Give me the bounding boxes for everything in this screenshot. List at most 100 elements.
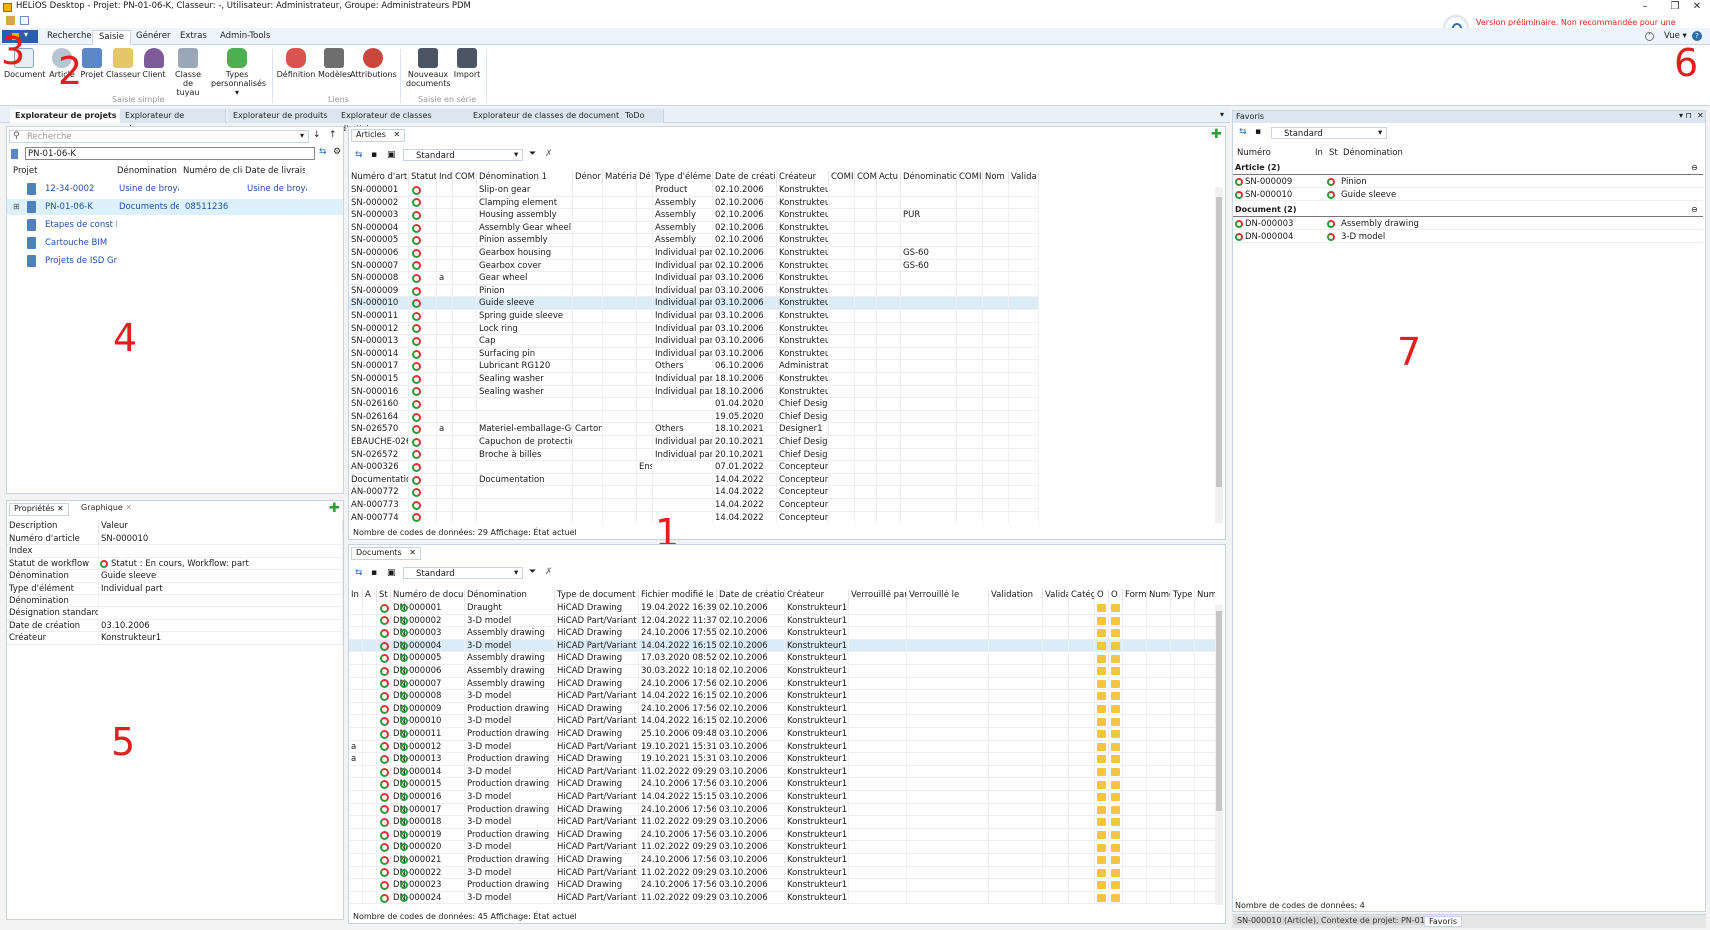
column-header[interactable]: Créateur	[777, 171, 829, 184]
column-header[interactable]: Valida	[1009, 171, 1039, 184]
folder-icon[interactable]	[1111, 768, 1120, 777]
favoris-filter-select[interactable]: Standard ▾	[1271, 127, 1387, 139]
project-field[interactable]: PN-01-06-K	[25, 147, 315, 160]
filter-icon[interactable]: ⏷	[529, 567, 536, 577]
folder-icon[interactable]	[1111, 881, 1120, 890]
favorite-group[interactable]: Article (2) ⊖	[1233, 163, 1703, 175]
folder-icon[interactable]	[1111, 717, 1120, 726]
tab-generer[interactable]: Générer	[130, 30, 176, 45]
tab-proprietes[interactable]: Propriétés ✕	[9, 503, 69, 516]
view-icon[interactable]: ▣	[387, 568, 396, 578]
tree-item[interactable]: Etapes de const BIM	[7, 217, 343, 233]
nouveaux-documents-button[interactable]: Nouveaux documents	[404, 48, 452, 88]
expand-icon[interactable]: ⊞	[13, 202, 20, 211]
column-header[interactable]: Verrouillé le	[907, 589, 989, 602]
folder-icon[interactable]	[1097, 692, 1106, 701]
column-header[interactable]: Type	[1171, 589, 1195, 602]
folder-icon[interactable]	[1111, 604, 1120, 613]
folder-icon[interactable]	[1097, 642, 1106, 651]
clear-filter-icon[interactable]: ✗	[545, 567, 553, 577]
column-header[interactable]: Nume	[1195, 589, 1215, 602]
folder-icon[interactable]	[1097, 805, 1106, 814]
quick-access-icon[interactable]	[6, 16, 15, 25]
column-header[interactable]: Dénomination	[465, 589, 555, 602]
tree-item[interactable]: 12-34-0002 Usine de broyage Usine de broya…	[7, 181, 343, 197]
folder-icon[interactable]	[1111, 894, 1120, 903]
close-button[interactable]: ✕	[1682, 0, 1710, 14]
column-header[interactable]: Catég	[1069, 589, 1095, 602]
classeur-button[interactable]: Classeur	[106, 48, 140, 79]
tab-explorateur-de-classeurs[interactable]: Explorateur de classeurs	[120, 109, 226, 133]
tree-item[interactable]: ⊞ PN-01-06-K Documents de co 08511236	[7, 199, 343, 215]
folder-icon[interactable]	[1097, 768, 1106, 777]
tabs-dropdown-icon[interactable]: ▾	[1220, 110, 1224, 119]
column-header[interactable]: Dénominatio	[901, 171, 957, 184]
definition-button[interactable]: Définition	[276, 48, 316, 79]
tab-explorateur-de-projets[interactable]: Explorateur de projets ✕	[10, 109, 132, 123]
folder-icon[interactable]	[1097, 679, 1106, 688]
tab-saisie[interactable]: Saisie	[92, 30, 131, 45]
clear-filter-icon[interactable]: ✗	[545, 149, 553, 159]
tab-documents[interactable]: Documents ✕	[351, 547, 421, 560]
folder-icon[interactable]	[1097, 654, 1106, 663]
column-header[interactable]: Type d'élément	[653, 171, 713, 184]
minimize-button[interactable]: –	[1630, 0, 1660, 14]
column-header[interactable]: Validation	[989, 589, 1043, 602]
collapse-ribbon-icon[interactable]: ˄	[1645, 32, 1654, 41]
search-box[interactable]: ⚲ Recherche ▾	[9, 130, 309, 143]
column-header[interactable]: Verrouillé par	[849, 589, 907, 602]
column-header[interactable]: Description	[7, 520, 99, 533]
column-header[interactable]: Form	[1123, 589, 1147, 602]
vue-menu[interactable]: Vue ▾	[1664, 31, 1687, 41]
tab-articles[interactable]: Articles ✕	[351, 129, 406, 142]
favorite-item[interactable]: SN-000010 Guide sleeve	[1233, 189, 1703, 201]
folder-icon[interactable]	[1097, 667, 1106, 676]
column-header[interactable]: Numéro de client	[181, 165, 243, 178]
folder-icon[interactable]	[1097, 894, 1106, 903]
pin-icon[interactable]: ▾ ⊓	[1679, 111, 1692, 120]
column-header[interactable]: COMI	[957, 171, 983, 184]
tree-options-icon[interactable]: ⚙	[333, 147, 341, 157]
tab-explorateur-de-classes-de-document[interactable]: Explorateur de classes de document	[468, 109, 628, 123]
column-header[interactable]: Numéro	[1235, 147, 1313, 160]
favorite-item[interactable]: DN-000004 3-D model	[1233, 231, 1703, 243]
column-header[interactable]: Date de livraison	[243, 165, 305, 178]
folder-icon[interactable]	[1097, 818, 1106, 827]
modeles-button[interactable]: Modèles	[318, 48, 351, 79]
column-header[interactable]: COM	[855, 171, 877, 184]
folder-icon[interactable]	[1111, 616, 1120, 625]
client-button[interactable]: Client	[140, 48, 168, 79]
import-button[interactable]: Import	[452, 48, 482, 79]
tab-todo[interactable]: ToDo	[620, 109, 664, 123]
column-header[interactable]: In	[349, 589, 363, 602]
tree-item[interactable]: Cartouche BIM	[7, 235, 343, 251]
column-header[interactable]: Date de création	[717, 589, 785, 602]
documents-scrollbar[interactable]	[1215, 605, 1223, 905]
folder-icon[interactable]	[1097, 881, 1106, 890]
close-tab-icon[interactable]: ✕	[125, 503, 132, 512]
folder-icon[interactable]	[1111, 642, 1120, 651]
column-header[interactable]: Actu	[877, 171, 901, 184]
sort-asc-icon[interactable]: ↓	[313, 130, 321, 140]
tab-graphique[interactable]: Graphique ✕	[77, 503, 136, 516]
folder-icon[interactable]	[1111, 831, 1120, 840]
folder-icon[interactable]	[1097, 717, 1106, 726]
column-header[interactable]: O	[1109, 589, 1123, 602]
column-header[interactable]: Valida	[1043, 589, 1069, 602]
column-header[interactable]: Numéro de docume	[391, 589, 465, 602]
sort-desc-icon[interactable]: ↑	[329, 130, 337, 140]
close-tab-icon[interactable]: ✕	[393, 130, 400, 139]
folder-icon[interactable]	[1111, 805, 1120, 814]
folder-icon[interactable]	[1097, 793, 1106, 802]
classe-de-tuyau-button[interactable]: Classe de tuyau	[168, 48, 208, 97]
column-header[interactable]: St	[1327, 147, 1341, 160]
folder-icon[interactable]	[1111, 818, 1120, 827]
toolbar-icon[interactable]: ▪	[1255, 127, 1261, 137]
quick-access-layout-icon[interactable]	[20, 16, 29, 25]
folder-icon[interactable]	[1097, 730, 1106, 739]
articles-scrollbar[interactable]	[1215, 187, 1223, 523]
favorite-item[interactable]: SN-000009 Pinion	[1233, 176, 1703, 188]
context-tab[interactable]: SN-000010 (Article), Contexte de projet:…	[1234, 916, 1450, 925]
folder-icon[interactable]	[1097, 868, 1106, 877]
favorite-item[interactable]: DN-000003 Assembly drawing	[1233, 218, 1703, 230]
